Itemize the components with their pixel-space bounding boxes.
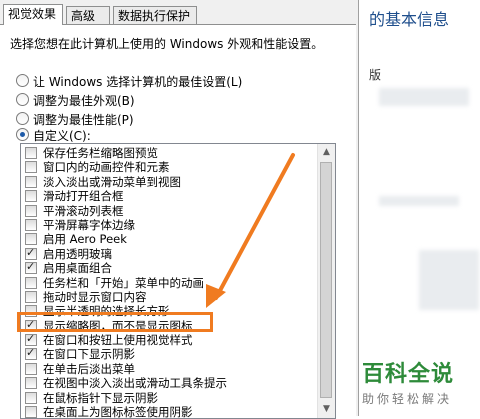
- effect-label: 启用 Aero Peek: [43, 232, 127, 247]
- effect-item[interactable]: 平滑屏幕字体边缘: [21, 218, 317, 232]
- checkbox-icon[interactable]: [25, 190, 37, 203]
- checkbox-icon[interactable]: [25, 391, 37, 404]
- tab-visual-effects[interactable]: 视觉效果: [3, 4, 63, 25]
- effect-label: 启用透明玻璃: [43, 246, 112, 261]
- effect-item[interactable]: 在视图中淡入淡出或滑动工具条提示: [21, 376, 317, 390]
- effect-item[interactable]: 滑动打开组合框: [21, 189, 317, 203]
- radio-label: 调整为最佳性能(P): [33, 113, 134, 127]
- effect-label: 在窗口和按钮上使用视觉样式: [43, 333, 193, 348]
- scroll-up-icon[interactable]: ▲: [318, 144, 335, 161]
- intro-text: 选择您想在此计算机上使用的 Windows 外观和性能设置。: [10, 37, 324, 51]
- effect-label: 在视图中淡入淡出或滑动工具条提示: [43, 376, 227, 391]
- checkbox-checked-icon[interactable]: [25, 332, 37, 346]
- watermark-logo: 百科全说 助你轻松解决: [362, 356, 472, 407]
- effect-item[interactable]: 在桌面上为图标标签使用阴影: [21, 405, 317, 419]
- effect-label: 滑动打开组合框: [43, 189, 124, 204]
- checkbox-icon[interactable]: [25, 377, 37, 390]
- effect-label: 在窗口下显示阴影: [43, 347, 135, 362]
- radio-icon[interactable]: [16, 93, 29, 106]
- visual-effects-panel: 选择您想在此计算机上使用的 Windows 外观和性能设置。 让 Windows…: [0, 24, 356, 419]
- radio-icon[interactable]: [16, 74, 29, 87]
- tab-data-execution-prevention[interactable]: 数据执行保护: [113, 6, 197, 24]
- effect-label: 窗口内的动画控件和元素: [43, 160, 170, 175]
- watermark-main-text: 百科全说: [362, 362, 455, 387]
- radio-best-appearance[interactable]: 调整为最佳外观(B): [16, 92, 135, 110]
- checkbox-checked-icon[interactable]: [25, 346, 37, 361]
- checkbox-icon[interactable]: [25, 147, 37, 159]
- checkbox-icon[interactable]: [25, 406, 37, 418]
- effect-label: 在单击后淡出菜单: [43, 361, 135, 376]
- effect-item[interactable]: 任务栏和「开始」菜单中的动画: [21, 276, 317, 290]
- checkbox-icon[interactable]: [25, 290, 37, 303]
- checkbox-icon[interactable]: [25, 305, 37, 318]
- effect-item[interactable]: 淡入淡出或滑动菜单到视图: [21, 175, 317, 189]
- checkbox-icon[interactable]: [25, 161, 37, 174]
- effect-label: 平滑滚动列表框: [43, 203, 124, 218]
- blurred-image: [419, 250, 479, 310]
- effect-item[interactable]: 显示半透明的选择长方形: [21, 304, 317, 318]
- effect-item[interactable]: 启用桌面组合: [21, 260, 317, 276]
- tab-advanced[interactable]: 高级: [66, 6, 110, 24]
- scroll-thumb[interactable]: [320, 162, 332, 398]
- effect-item[interactable]: 在鼠标指针下显示阴影: [21, 391, 317, 405]
- checkbox-icon[interactable]: [25, 233, 37, 246]
- checkbox-icon[interactable]: [25, 175, 37, 188]
- checkbox-icon[interactable]: [25, 362, 37, 375]
- effect-label: 在鼠标指针下显示阴影: [43, 390, 158, 405]
- scroll-down-icon[interactable]: ▼: [318, 401, 335, 418]
- effect-label: 淡入淡出或滑动菜单到视图: [43, 174, 181, 189]
- checkbox-checked-icon[interactable]: [25, 260, 37, 275]
- checkbox-checked-icon[interactable]: [25, 246, 37, 260]
- effect-item[interactable]: 在单击后淡出菜单: [21, 362, 317, 376]
- effect-label: 保存任务栏缩略图预览: [43, 146, 158, 160]
- effect-item[interactable]: 启用透明玻璃: [21, 246, 317, 261]
- radio-label: 调整为最佳外观(B): [33, 94, 135, 108]
- radio-let-windows-choose[interactable]: 让 Windows 选择计算机的最佳设置(L): [16, 73, 242, 91]
- blurred-text: [379, 88, 469, 106]
- performance-options-dialog: 视觉效果 高级 数据执行保护 选择您想在此计算机上使用的 Windows 外观和…: [0, 0, 359, 419]
- checkbox-icon[interactable]: [25, 276, 37, 289]
- effects-scrollbar[interactable]: ▲ ▼: [317, 144, 335, 418]
- effects-list: 保存任务栏缩略图预览 窗口内的动画控件和元素 淡入淡出或滑动菜单到视图 滑动打开组合框…: [21, 146, 317, 419]
- radio-icon[interactable]: [16, 112, 29, 125]
- effect-label: 平滑屏幕字体边缘: [43, 217, 135, 232]
- effect-item[interactable]: 拖动时显示窗口内容: [21, 290, 317, 304]
- edition-label: 版: [369, 68, 382, 82]
- effect-item[interactable]: 窗口内的动画控件和元素: [21, 160, 317, 174]
- effects-listbox[interactable]: 保存任务栏缩略图预览 窗口内的动画控件和元素 淡入淡出或滑动菜单到视图 滑动打开组合框…: [20, 143, 336, 419]
- effect-label: 显示半透明的选择长方形: [43, 304, 170, 319]
- radio-icon-selected[interactable]: [16, 128, 29, 141]
- system-info-window: 的基本信息 版: [359, 0, 480, 416]
- radio-label: 让 Windows 选择计算机的最佳设置(L): [33, 75, 243, 89]
- checkbox-icon[interactable]: [25, 218, 37, 231]
- radio-label: 自定义(C):: [33, 129, 91, 143]
- effect-label: 启用桌面组合: [43, 261, 112, 276]
- effect-label: 在桌面上为图标标签使用阴影: [43, 405, 193, 419]
- effect-item[interactable]: 保存任务栏缩略图预览: [21, 146, 317, 160]
- system-info-title[interactable]: 的基本信息: [369, 6, 449, 30]
- checkbox-checked-icon[interactable]: [25, 318, 37, 332]
- effect-item[interactable]: 显示缩略图，而不是显示图标: [21, 318, 317, 333]
- watermark-sub-text: 助你轻松解决: [362, 392, 453, 406]
- effect-label: 显示缩略图，而不是显示图标: [43, 318, 193, 333]
- effect-label: 任务栏和「开始」菜单中的动画: [43, 275, 204, 290]
- effect-item[interactable]: 在窗口下显示阴影: [21, 346, 317, 362]
- effect-item[interactable]: 在窗口和按钮上使用视觉样式: [21, 332, 317, 348]
- effect-item[interactable]: 平滑滚动列表框: [21, 204, 317, 218]
- effect-item[interactable]: 启用 Aero Peek: [21, 232, 317, 246]
- blurred-text: [379, 196, 459, 206]
- effect-label: 拖动时显示窗口内容: [43, 289, 147, 304]
- checkbox-icon[interactable]: [25, 204, 37, 217]
